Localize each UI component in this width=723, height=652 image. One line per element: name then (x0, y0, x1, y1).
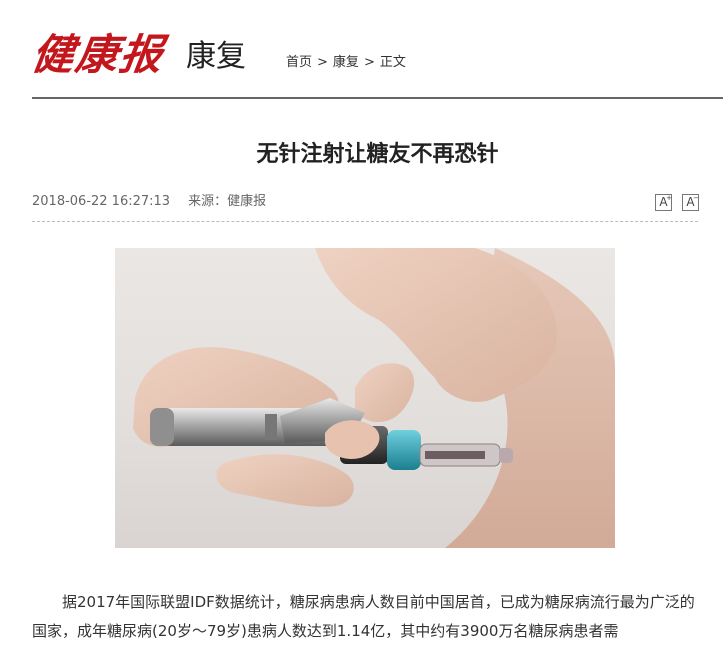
article-paragraph: 据2017年国际联盟IDF数据统计，糖尿病患病人数目前中国居首，已成为糖尿病流行… (32, 593, 695, 640)
article-source: 来源：健康报 (188, 194, 267, 209)
site-logo[interactable]: 健康报 (29, 30, 168, 79)
font-increase-button[interactable]: A + (655, 194, 672, 211)
injector-illustration (133, 248, 615, 548)
breadcrumb-separator: > (363, 55, 375, 70)
plus-icon: + (666, 194, 672, 202)
site-header: 健康报 康复 首页 > 康复 > 正文 (0, 0, 723, 99)
breadcrumb-current: 正文 (379, 55, 406, 70)
font-decrease-button[interactable]: A − (682, 194, 699, 211)
minus-icon: − (693, 194, 699, 202)
breadcrumb-separator: > (317, 55, 328, 70)
section-title[interactable]: 康复 (186, 42, 246, 72)
breadcrumb-home-link[interactable]: 首页 (286, 55, 312, 70)
breadcrumb: 首页 > 康复 > 正文 (286, 56, 406, 69)
breadcrumb-section-link[interactable]: 康复 (333, 55, 359, 70)
publish-date: 2018-06-22 16:27:13 (32, 194, 171, 209)
meta-divider (32, 221, 698, 222)
article-photo (115, 248, 615, 548)
article-meta: 2018-06-22 16:27:13 来源：健康报 (32, 193, 266, 211)
article-title: 无针注射让糖友不再恐针 (256, 142, 499, 167)
header-divider (32, 97, 723, 99)
